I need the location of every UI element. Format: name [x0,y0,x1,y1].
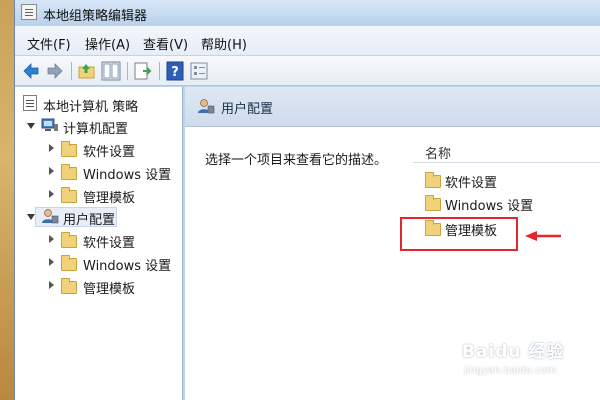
list-item[interactable]: 软件设置 [423,169,593,191]
collapse-arrow-icon[interactable] [49,281,54,289]
collapse-arrow-icon[interactable] [49,167,54,175]
help-icon[interactable]: ? [165,61,185,81]
folder-icon [61,232,77,248]
collapse-arrow-icon[interactable] [49,144,54,152]
tree-label: 软件设置 [83,145,136,160]
collapse-arrow-icon[interactable] [49,258,54,266]
tree-root-label: 本地计算机 策略 [43,100,139,115]
navigation-tree: 本地计算机 策略 计算机配置 软件设置 Windows 设置 管理模板 用户配置… [15,87,183,400]
tree-label: 管理模板 [83,191,136,206]
tree-item-admin-templates[interactable]: 管理模板 [15,275,183,297]
list-item[interactable]: Windows 设置 [423,192,593,214]
svg-text:?: ? [171,65,179,80]
collapse-arrow-icon[interactable] [49,235,54,243]
toolbar: ? [15,56,600,86]
list-item-label: Windows 设置 [445,199,534,214]
folder-icon [61,187,77,203]
expand-arrow-icon[interactable] [27,123,35,129]
menu-action[interactable]: 操作(A) [85,34,130,53]
tree-item-software-settings[interactable]: 软件设置 [15,229,183,251]
list-column-header[interactable]: 名称 [413,137,600,163]
back-arrow-icon[interactable] [21,61,41,81]
annotation-highlight-box [400,217,518,251]
tree-label: 管理模板 [83,282,136,297]
watermark: Baidu 经验 jingyan.baidu.com [462,337,592,387]
tree-root[interactable]: 本地计算机 策略 [15,93,183,115]
menu-view[interactable]: 查看(V) [143,34,188,53]
menu-bar: 文件(F) 操作(A) 查看(V) 帮助(H) [15,26,600,56]
toolbar-separator [71,62,72,80]
user-icon [198,99,215,114]
column-name-label: 名称 [425,147,452,162]
tree-item-software-settings[interactable]: 软件设置 [15,138,183,160]
tree-label: 软件设置 [83,236,136,251]
folder-icon [425,172,441,188]
tree-item-admin-templates[interactable]: 管理模板 [15,184,183,206]
show-hide-tree-icon[interactable] [101,61,121,81]
tree-label: Windows 设置 [83,168,172,183]
tree-item-windows-settings[interactable]: Windows 设置 [15,161,183,183]
tree-label: 用户配置 [63,213,116,228]
tree-label: 计算机配置 [63,122,129,137]
user-icon [42,209,59,224]
tree-label: Windows 设置 [83,259,172,274]
folder-icon [61,278,77,294]
forward-arrow-icon[interactable] [45,61,65,81]
collapse-arrow-icon[interactable] [49,190,54,198]
folder-icon [61,141,77,157]
tree-item-windows-settings[interactable]: Windows 设置 [15,252,183,274]
policy-document-icon [23,95,37,111]
properties-icon[interactable] [189,61,209,81]
folder-icon [61,255,77,271]
folder-icon [61,164,77,180]
menu-help[interactable]: 帮助(H) [201,34,247,53]
window-title: 本地组策略编辑器 [43,9,148,24]
details-header: 用户配置 [185,87,600,127]
policy-editor-icon [21,4,37,20]
tree-item-computer-config[interactable]: 计算机配置 [15,115,183,137]
folder-icon [425,195,441,211]
expand-arrow-icon[interactable] [27,214,35,220]
watermark-url: jingyan.baidu.com [464,365,557,376]
title-bar: 本地组策略编辑器 [15,0,600,26]
export-list-icon[interactable] [133,61,153,81]
tree-item-user-config[interactable]: 用户配置 [15,206,183,228]
details-header-title: 用户配置 [221,102,274,117]
list-item-label: 软件设置 [445,176,498,191]
toolbar-separator [159,62,160,80]
toolbar-separator [127,62,128,80]
up-folder-icon[interactable] [77,61,97,81]
item-description: 选择一个项目来查看它的描述。 [205,153,388,168]
computer-icon [41,118,58,131]
watermark-logo: Baidu 经验 [462,342,565,362]
menu-file[interactable]: 文件(F) [27,34,71,53]
annotation-arrow-icon [525,231,561,241]
